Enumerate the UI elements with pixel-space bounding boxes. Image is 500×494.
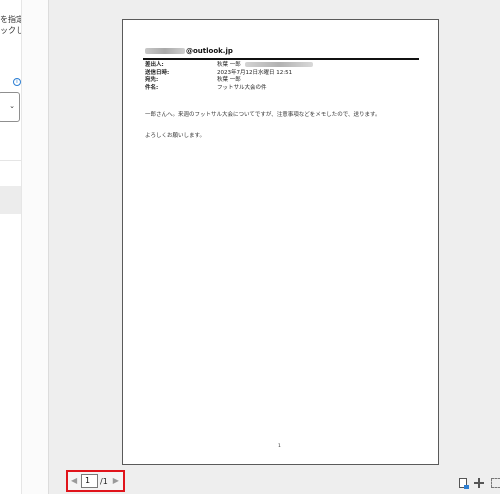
header-rule xyxy=(143,58,419,60)
option-list-item-selected[interactable] xyxy=(0,186,21,214)
body-line-2: よろしくお願いします。 xyxy=(145,133,205,139)
triangle-right-icon[interactable]: ▶ xyxy=(113,476,119,486)
instruction-line-1: を指定し xyxy=(0,15,21,24)
page-number-input[interactable]: 1 xyxy=(81,474,98,488)
move-icon[interactable] xyxy=(474,478,484,488)
grid-icon[interactable] xyxy=(491,478,500,488)
settings-panel: を指定し ックしま i ⌄ xyxy=(0,0,22,494)
option-list-item[interactable] xyxy=(0,160,21,186)
chevron-down-icon: ⌄ xyxy=(9,102,15,110)
meta-row-subject: 件名: フットサル大会の件 xyxy=(145,84,267,91)
page-navigator: ◀ 1 /1 ▶ xyxy=(66,470,125,492)
email-meta: 差出人: 秋葉 一郎 送信日時: 2023年7月12日水曜日 12:51 宛先:… xyxy=(145,62,313,92)
meta-row-sent: 送信日時: 2023年7月12日水曜日 12:51 xyxy=(145,69,293,76)
page-view-icon[interactable] xyxy=(459,478,469,489)
sender-address: @outlook.jp xyxy=(145,47,418,55)
redacted-name xyxy=(145,48,185,54)
redacted-address xyxy=(244,62,313,67)
page-total: /1 xyxy=(100,476,108,486)
printer-select[interactable]: ⌄ xyxy=(0,92,20,122)
preview-page: @outlook.jp 差出人: 秋葉 一郎 送信日時: 2023年7月12日水… xyxy=(122,19,439,465)
sender-domain: @outlook.jp xyxy=(186,47,233,55)
meta-row-from: 差出人: 秋葉 一郎 xyxy=(145,62,313,70)
email-body: 一郎さんへ。来週のフットサル大会についてですが、注意事項などをメモしたので、送り… xyxy=(145,112,380,154)
preview-tools xyxy=(459,478,500,490)
meta-row-to: 宛先: 秋葉 一郎 xyxy=(145,77,241,83)
info-icon[interactable]: i xyxy=(13,78,21,86)
instruction-line-2: ックしま xyxy=(0,26,21,35)
body-line-1: 一郎さんへ。来週のフットサル大会についてですが、注意事項などをメモしたので、送り… xyxy=(145,112,381,118)
settings-instruction-text: を指定し ックしま xyxy=(0,14,21,36)
triangle-left-icon[interactable]: ◀ xyxy=(71,476,77,486)
page-footer-number: 1 xyxy=(278,444,281,449)
panel-gutter xyxy=(22,0,48,494)
